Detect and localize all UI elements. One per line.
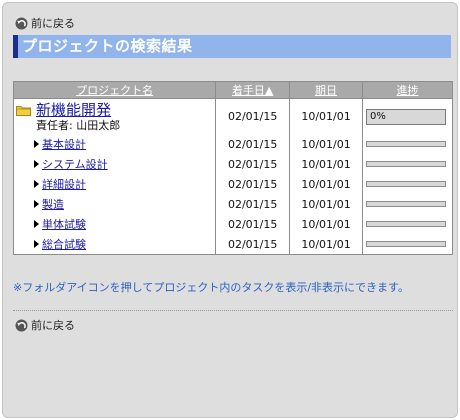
table-row: 詳細設計 02/01/15 10/01/01 bbox=[12, 174, 453, 194]
task-link[interactable]: システム設計 bbox=[42, 156, 108, 172]
task-cell: 基本設計 bbox=[12, 134, 217, 154]
triangle-right-icon[interactable] bbox=[34, 160, 39, 168]
task-cell: 単体試験 bbox=[12, 214, 217, 234]
table-row: システム設計 02/01/15 10/01/01 bbox=[12, 154, 453, 174]
back-link-label: 前に戻る bbox=[31, 319, 75, 332]
task-progress-cell bbox=[362, 214, 453, 234]
task-due-date: 10/01/01 bbox=[289, 234, 363, 255]
triangle-right-icon[interactable] bbox=[34, 220, 39, 228]
task-due-date: 10/01/01 bbox=[289, 174, 363, 194]
project-start-date: 02/01/15 bbox=[215, 98, 291, 134]
triangle-right-icon[interactable] bbox=[34, 240, 39, 248]
task-link[interactable]: 総合試験 bbox=[42, 236, 86, 252]
task-progress-cell bbox=[362, 174, 453, 194]
table-row: 製造 02/01/15 10/01/01 bbox=[12, 194, 453, 214]
task-cell: 詳細設計 bbox=[12, 174, 217, 194]
project-progress-label: 0% bbox=[370, 110, 386, 122]
back-arrow-icon bbox=[15, 17, 28, 29]
task-due-date: 10/01/01 bbox=[289, 194, 363, 214]
table-header-row: プロジェクト名 着手日▲ 期日 進捗 bbox=[12, 81, 453, 99]
project-name-link[interactable]: 新機能開発 bbox=[36, 102, 120, 119]
task-due-date: 10/01/01 bbox=[289, 134, 363, 154]
task-start-date: 02/01/15 bbox=[215, 234, 291, 255]
task-due-date: 10/01/01 bbox=[289, 154, 363, 174]
task-link[interactable]: 基本設計 bbox=[42, 136, 86, 152]
table-row: 基本設計 02/01/15 10/01/01 bbox=[12, 134, 453, 154]
task-start-date: 02/01/15 bbox=[215, 174, 291, 194]
project-progress-bar: 0% bbox=[366, 108, 446, 125]
task-due-date: 10/01/01 bbox=[289, 214, 363, 234]
task-link[interactable]: 単体試験 bbox=[42, 216, 86, 232]
divider bbox=[13, 310, 453, 311]
task-progress-cell bbox=[362, 234, 453, 255]
task-cell: システム設計 bbox=[12, 154, 217, 174]
task-start-date: 02/01/15 bbox=[215, 154, 291, 174]
table-row: 総合試験 02/01/15 10/01/01 bbox=[12, 234, 453, 255]
project-due-date: 10/01/01 bbox=[289, 98, 363, 134]
task-link[interactable]: 製造 bbox=[42, 196, 64, 212]
project-row: 新機能開発 責任者: 山田太郎 02/01/15 10/01/01 0% bbox=[12, 98, 453, 134]
back-link-label: 前に戻る bbox=[31, 17, 75, 30]
task-link[interactable]: 詳細設計 bbox=[42, 176, 86, 192]
triangle-right-icon[interactable] bbox=[34, 180, 39, 188]
task-cell: 総合試験 bbox=[12, 234, 217, 255]
task-progress-bar bbox=[366, 161, 446, 167]
back-link-bottom[interactable]: 前に戻る bbox=[15, 317, 75, 333]
task-progress-bar bbox=[366, 201, 446, 207]
column-header-name[interactable]: プロジェクト名 bbox=[12, 81, 217, 99]
task-cell: 製造 bbox=[12, 194, 217, 214]
triangle-right-icon[interactable] bbox=[34, 200, 39, 208]
column-header-progress[interactable]: 進捗 bbox=[362, 81, 453, 99]
task-progress-cell bbox=[362, 134, 453, 154]
page-frame: 前に戻る プロジェクトの検索結果 プロジェクト名 着手日▲ 期日 進捗 新機能開… bbox=[2, 2, 458, 418]
folder-toggle-note: ※フォルダアイコンを押してプロジェクト内のタスクを表示/非表示にできます。 bbox=[13, 281, 409, 294]
task-start-date: 02/01/15 bbox=[215, 194, 291, 214]
task-progress-bar bbox=[366, 221, 446, 227]
task-start-date: 02/01/15 bbox=[215, 134, 291, 154]
project-cell: 新機能開発 責任者: 山田太郎 bbox=[12, 98, 217, 134]
column-header-start[interactable]: 着手日▲ bbox=[215, 81, 291, 99]
table-row: 単体試験 02/01/15 10/01/01 bbox=[12, 214, 453, 234]
task-progress-bar bbox=[366, 241, 446, 247]
project-owner: 責任者: 山田太郎 bbox=[36, 119, 121, 132]
task-start-date: 02/01/15 bbox=[215, 214, 291, 234]
triangle-right-icon[interactable] bbox=[34, 140, 39, 148]
back-arrow-icon bbox=[15, 319, 28, 331]
task-progress-cell bbox=[362, 194, 453, 214]
results-table: プロジェクト名 着手日▲ 期日 進捗 新機能開発 責任者: 山田太郎 02/01… bbox=[12, 81, 453, 255]
task-progress-cell bbox=[362, 154, 453, 174]
project-progress-cell: 0% bbox=[362, 98, 453, 134]
folder-icon[interactable] bbox=[16, 105, 31, 116]
page-title: プロジェクトの検索結果 bbox=[13, 35, 451, 58]
task-progress-bar bbox=[366, 181, 446, 187]
back-link-top[interactable]: 前に戻る bbox=[15, 15, 75, 31]
task-progress-bar bbox=[366, 141, 446, 147]
column-header-due[interactable]: 期日 bbox=[289, 81, 363, 99]
